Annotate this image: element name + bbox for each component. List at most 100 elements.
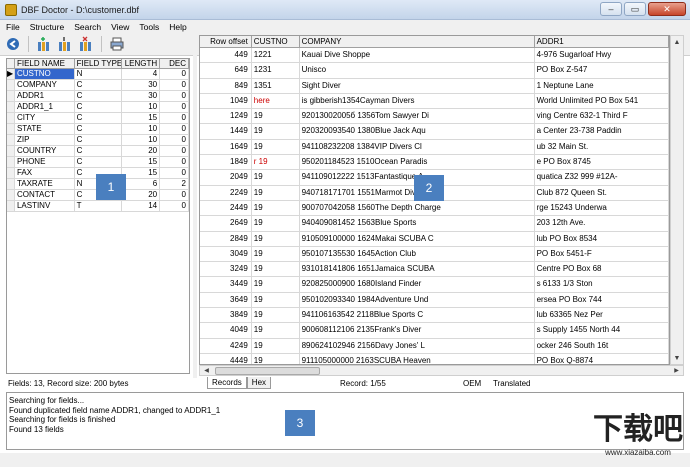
field-cell[interactable]: 0 — [160, 168, 189, 178]
field-cell[interactable]: CONTACT — [15, 190, 75, 200]
header-field-type[interactable]: FIELD TYPE — [75, 59, 123, 68]
pane-splitter[interactable] — [193, 33, 197, 378]
record-cell[interactable]: s Supply 1455 North 44 — [535, 323, 669, 338]
record-row[interactable]: 849 1351 Sight Diver 1 Neptune Lane — [200, 78, 669, 94]
record-cell[interactable]: 92013002005б 1356Tom Sawyer Di — [300, 109, 535, 124]
record-cell[interactable]: 890624102946 2156Davy Jones' L — [300, 338, 535, 353]
record-cell[interactable]: 19 — [252, 170, 300, 185]
record-cell[interactable]: Unisco — [300, 63, 535, 78]
record-cell[interactable]: 203 12th Ave. — [535, 216, 669, 231]
record-cell[interactable]: 19 — [252, 353, 300, 364]
field-cell[interactable]: 20 — [122, 190, 161, 200]
record-cell[interactable]: lub PO Box 8534 — [535, 231, 669, 246]
record-cell[interactable]: 1849 — [200, 155, 252, 170]
field-cell[interactable]: C — [75, 157, 123, 167]
record-cell[interactable]: 4449 — [200, 353, 252, 364]
record-row[interactable]: 1449 19 920320093540 1380Blue Jack Aqu a Ce… — [200, 124, 669, 140]
record-cell[interactable]: 900707042058 1560The Depth Charge — [300, 200, 535, 216]
record-row[interactable]: 649 1231 Unisco PO Box Z-547 — [200, 63, 669, 79]
record-cell[interactable]: 19 — [252, 216, 300, 231]
record-cell[interactable]: 19 — [252, 292, 300, 308]
menu-help[interactable]: Help — [169, 22, 186, 32]
scroll-left-icon[interactable]: ◀ — [201, 366, 212, 375]
field-cell[interactable]: 2 — [160, 179, 189, 189]
record-row[interactable]: 1249 19 92013002005б 1356Tom Sawyer Di ving… — [200, 109, 669, 125]
record-cell[interactable]: rge 15243 Underwa — [535, 200, 669, 216]
record-cell[interactable]: 19 — [252, 308, 300, 323]
field-cell[interactable]: 0 — [160, 190, 189, 200]
field-cell[interactable]: PHONE — [15, 157, 75, 167]
record-cell[interactable]: PO Box 5451-F — [535, 246, 669, 262]
record-cell[interactable]: 19 — [252, 109, 300, 124]
field-cell[interactable]: 0 — [160, 113, 189, 123]
record-row[interactable]: 1049 here is gibberish1354Cayman Divers W… — [200, 93, 669, 110]
tab-hex[interactable]: Hex — [246, 377, 272, 389]
header-field-name[interactable]: FIELD NAME — [15, 59, 75, 68]
record-cell[interactable]: 19 — [252, 323, 300, 338]
record-cell[interactable]: a Center 23-738 Paddin — [535, 124, 669, 139]
record-cell[interactable]: 2049 — [200, 170, 252, 185]
field-cell[interactable]: 0 — [160, 157, 189, 167]
field-cell[interactable]: COUNTRY — [15, 146, 75, 156]
header-length[interactable]: LENGTH — [122, 59, 161, 68]
record-row[interactable]: 3649 19 950102093340 1984Adventure Und erse… — [200, 292, 669, 309]
field-cell[interactable]: 30 — [122, 91, 161, 101]
record-cell[interactable]: ving Centre 632-1 Third F — [535, 109, 669, 124]
menu-search[interactable]: Search — [74, 22, 101, 32]
record-cell[interactable]: 1221 — [252, 48, 300, 63]
field-cell[interactable]: N — [75, 69, 123, 79]
field-cell[interactable]: CITY — [15, 113, 75, 123]
menu-view[interactable]: View — [111, 22, 129, 32]
scroll-up-icon[interactable]: ▲ — [671, 36, 683, 48]
field-cell[interactable]: C — [75, 135, 123, 145]
record-cell[interactable]: r 19 — [252, 155, 300, 170]
record-cell[interactable]: 950107135530 1645Action Club — [300, 246, 535, 262]
field-row[interactable]: ZIP C 10 0 — [7, 135, 189, 146]
field-cell[interactable]: CUSTNO — [14, 69, 75, 79]
record-cell[interactable]: 950201184523 1510Ocean Paradis — [300, 155, 535, 170]
menu-structure[interactable]: Structure — [30, 22, 65, 32]
field-cell[interactable]: 0 — [160, 91, 189, 101]
close-button[interactable]: ✕ — [648, 2, 686, 16]
record-cell[interactable]: 2649 — [200, 216, 252, 231]
field-row[interactable]: COUNTRY C 20 0 — [7, 146, 189, 157]
field-cell[interactable]: 0 — [160, 201, 189, 211]
record-cell[interactable]: 19 — [252, 231, 300, 246]
record-cell[interactable]: PO Box Q-8874 — [535, 353, 669, 364]
field-cell[interactable]: C — [75, 124, 123, 134]
maximize-button[interactable]: ▭ — [624, 2, 646, 16]
record-cell[interactable]: 1449 — [200, 124, 252, 139]
header-custno[interactable]: CUSTNO — [252, 36, 300, 47]
record-cell[interactable]: 3249 — [200, 262, 252, 277]
record-row[interactable]: 449 1221 Kauai Dive Shoppe 4-976 Sugarloaf … — [200, 48, 669, 64]
record-cell[interactable]: 1 Neptune Lane — [535, 78, 669, 93]
record-cell[interactable]: 2249 — [200, 185, 252, 200]
field-row[interactable]: ADDR1_1 C 10 0 — [7, 102, 189, 113]
field-row[interactable]: ▶ CUSTNO N 4 0 — [7, 69, 189, 80]
record-cell[interactable]: e PO Box 8745 — [535, 155, 669, 170]
field-cell[interactable]: ADDR1_1 — [15, 102, 75, 112]
record-cell[interactable]: World Unlimited PO Box 541 — [535, 93, 669, 109]
header-row-offset[interactable]: Row offset — [200, 36, 252, 47]
record-row[interactable]: 4449 19 911105000000 2163SCUBA Heaven PO B… — [200, 353, 669, 364]
field-cell[interactable]: 0 — [160, 80, 189, 90]
header-addr1[interactable]: ADDR1 — [535, 36, 669, 47]
record-cell[interactable]: 911105000000 2163SCUBA Heaven — [300, 353, 535, 364]
record-cell[interactable]: 2849 — [200, 231, 252, 246]
field-cell[interactable]: 0 — [160, 124, 189, 134]
record-row[interactable]: 2649 19 940409081452 1563Blue Sports 203 1… — [200, 216, 669, 232]
record-cell[interactable]: 849 — [200, 78, 252, 93]
records-vertical-scrollbar[interactable]: ▲ ▼ — [670, 35, 684, 365]
record-cell[interactable]: 19 — [252, 246, 300, 262]
field-cell[interactable]: 10 — [122, 102, 161, 112]
field-cell[interactable]: 15 — [122, 168, 161, 178]
field-cell[interactable]: T — [75, 201, 123, 211]
record-cell[interactable]: ub 32 Main St. — [535, 139, 669, 155]
open-file-button[interactable] — [4, 35, 22, 53]
record-cell[interactable]: 3649 — [200, 292, 252, 308]
record-cell[interactable]: 649 — [200, 63, 252, 78]
record-cell[interactable]: 941106163542 2118Blue Sports C — [300, 308, 535, 323]
scroll-thumb[interactable] — [215, 367, 320, 375]
record-row[interactable]: 3049 19 950107135530 1645Action Club PO Bo… — [200, 246, 669, 263]
record-cell[interactable]: 4-976 Sugarloaf Hwy — [535, 48, 669, 63]
